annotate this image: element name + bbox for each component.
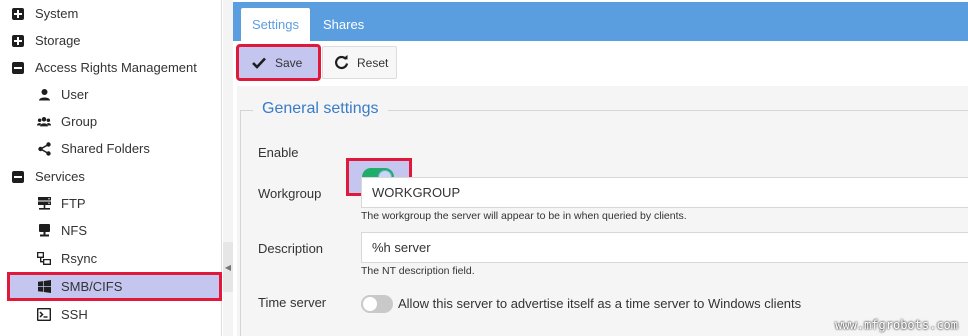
user-icon: [37, 88, 51, 102]
save-button[interactable]: Save: [236, 44, 321, 81]
sidebar-item-shared-folders[interactable]: Shared Folders: [0, 135, 222, 162]
sidebar-item-group[interactable]: Group: [0, 108, 222, 135]
sidebar-item-rsync[interactable]: Rsync: [0, 245, 222, 272]
sidebar-item-label: User: [61, 87, 89, 102]
navigation-sidebar: System Storage Access Rights Management …: [0, 0, 222, 336]
sidebar-item-label: NFS: [61, 223, 87, 238]
sidebar-item-label: Storage: [35, 33, 81, 48]
sidebar-item-label: FTP: [61, 196, 86, 211]
main-panel: Settings Shares Save Reset General setti…: [233, 0, 968, 336]
sidebar-item-access-rights-management[interactable]: Access Rights Management: [0, 54, 222, 81]
sidebar-item-services[interactable]: Services: [0, 163, 222, 190]
workgroup-label: Workgroup: [258, 186, 322, 201]
collapse-sidebar-handle[interactable]: ◀: [223, 242, 233, 292]
time-server-toggle[interactable]: [361, 295, 393, 313]
description-label: Description: [258, 241, 324, 256]
minus-square-icon: [11, 170, 25, 184]
sidebar-item-label: System: [35, 6, 79, 21]
tab-settings[interactable]: Settings: [241, 8, 310, 41]
description-input[interactable]: %h server: [361, 232, 968, 263]
toggle-knob: [363, 297, 377, 311]
terminal-icon: [37, 308, 51, 322]
sidebar-item-label: SMB/CIFS: [61, 279, 123, 294]
tab-shares[interactable]: Shares: [312, 8, 375, 41]
sidebar-item-label: Access Rights Management: [35, 60, 197, 75]
refresh-icon: [333, 55, 349, 71]
sidebar-item-label: Group: [61, 114, 98, 129]
workgroup-input[interactable]: WORKGROUP: [361, 177, 968, 208]
settings-form: General settings Enable Workgroup WORKGR…: [237, 86, 968, 336]
watermark: www.mfgrobots.com: [835, 318, 958, 332]
sidebar-item-nfs[interactable]: NFS: [0, 217, 222, 244]
sidebar-item-label: SSH: [61, 307, 88, 322]
general-settings-legend: General settings: [253, 98, 388, 120]
description-hint: The NT description field.: [361, 265, 475, 277]
enable-label: Enable: [258, 145, 299, 160]
chevron-left-icon: ◀: [224, 262, 232, 272]
windows-icon: [37, 280, 51, 294]
time-server-description: Allow this server to advertise itself as…: [398, 296, 802, 311]
sidebar-item-label: Rsync: [61, 251, 98, 266]
sidebar-item-label: Shared Folders: [61, 141, 150, 156]
minus-square-icon: [11, 61, 25, 75]
sidebar-item-label: Services: [35, 169, 85, 184]
sidebar-item-smb-cifs[interactable]: SMB/CIFS: [7, 272, 222, 301]
tab-bar: Settings Shares: [233, 2, 968, 41]
desktop-icon: [37, 224, 51, 238]
share-icon: [37, 141, 51, 156]
plus-square-icon: [11, 7, 25, 21]
time-server-label: Time server: [258, 295, 327, 310]
sidebar-item-storage[interactable]: Storage: [0, 27, 222, 54]
checkmark-icon: [251, 55, 267, 71]
reset-button[interactable]: Reset: [322, 46, 397, 79]
sidebar-item-ssh[interactable]: SSH: [0, 301, 222, 328]
toolbar: Save Reset: [233, 41, 968, 86]
sidebar-item-user[interactable]: User: [0, 81, 222, 108]
network-icon: [37, 251, 51, 266]
reset-button-label: Reset: [357, 55, 389, 70]
sidebar-item-system[interactable]: System: [0, 0, 222, 27]
plus-square-icon: [11, 34, 25, 48]
save-button-label: Save: [275, 55, 303, 70]
workgroup-hint: The workgroup the server will appear to …: [361, 210, 687, 222]
server-icon: [37, 197, 51, 211]
general-settings-fieldset: General settings Enable Workgroup WORKGR…: [240, 98, 968, 336]
group-icon: [37, 115, 51, 129]
sidebar-item-ftp[interactable]: FTP: [0, 190, 222, 217]
